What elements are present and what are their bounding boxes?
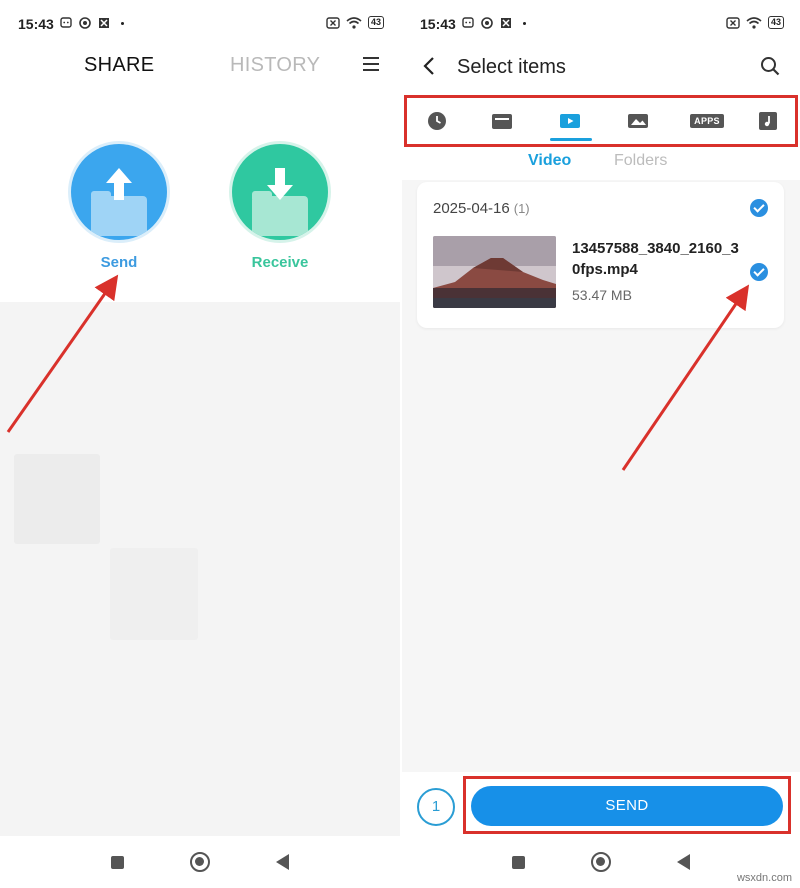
apps-label: APPS: [690, 114, 724, 128]
right-phone-screen: 15:43 43 Select items APPS Video Folders…: [402, 0, 800, 888]
chrome-icon: [79, 17, 91, 29]
back-nav-icon[interactable]: [677, 854, 690, 870]
tab-history[interactable]: HISTORY: [230, 54, 320, 77]
upload-arrow-icon: [106, 168, 132, 200]
send-bar: 1 SEND: [402, 772, 800, 836]
battery-indicator: 43: [767, 16, 784, 29]
wifi-icon: [346, 16, 362, 29]
folder-icon: [492, 114, 512, 129]
more-notifications-dot: [523, 21, 526, 25]
file-group-card: 2025-04-16 (1) 13457588_3840_2160_30fps.m…: [417, 182, 784, 328]
group-count: (1): [513, 201, 530, 216]
chrome-icon: [481, 17, 493, 29]
menu-icon[interactable]: [362, 56, 380, 72]
subtab-video[interactable]: Video: [528, 152, 571, 170]
receive-label: Receive: [251, 254, 309, 271]
empty-content-area: [0, 302, 400, 836]
file-check-icon[interactable]: [750, 263, 768, 281]
category-bar-highlight: APPS: [404, 95, 798, 147]
pyramid-thumbnail-image: [433, 236, 556, 308]
watermark: wsxdn.com: [736, 872, 792, 884]
app-notification-icon: [99, 18, 109, 28]
send-button[interactable]: SEND: [471, 786, 783, 826]
image-icon: [628, 114, 648, 128]
file-size: 53.47 MB: [572, 287, 632, 303]
selected-count-badge: 1: [417, 788, 455, 826]
placeholder-block: [110, 548, 198, 640]
message-icon: [60, 17, 72, 28]
video-thumbnail[interactable]: [433, 236, 556, 308]
receive-button[interactable]: [232, 144, 328, 240]
placeholder-block: [14, 454, 100, 544]
status-time: 15:43: [18, 16, 54, 32]
status-bar: 15:43 43: [402, 0, 800, 48]
subtabs: Video Folders: [402, 150, 800, 176]
send-label: Send: [100, 254, 138, 271]
sim-off-icon: [326, 16, 340, 29]
right-header: Select items: [402, 48, 800, 88]
category-images[interactable]: [618, 108, 658, 134]
category-video[interactable]: [550, 108, 590, 134]
more-notifications-dot: [121, 21, 124, 25]
home-nav-icon[interactable]: [591, 852, 611, 872]
search-icon[interactable]: [760, 56, 780, 76]
back-nav-icon[interactable]: [276, 854, 289, 870]
music-icon: [759, 112, 777, 130]
wifi-icon: [746, 16, 762, 29]
page-title: Select items: [457, 56, 566, 78]
battery-indicator: 43: [367, 16, 384, 29]
tab-share[interactable]: SHARE: [84, 54, 154, 77]
send-button[interactable]: [71, 144, 167, 240]
clock-icon: [428, 112, 446, 130]
group-check-icon[interactable]: [750, 199, 768, 217]
status-time: 15:43: [420, 16, 456, 32]
sim-off-icon: [726, 16, 740, 29]
receive-action[interactable]: Receive: [232, 144, 328, 271]
system-nav-bar: [0, 836, 400, 888]
left-header: SHARE HISTORY: [0, 48, 400, 88]
category-apps[interactable]: APPS: [684, 108, 730, 134]
send-action[interactable]: Send: [71, 144, 167, 271]
home-nav-icon[interactable]: [190, 852, 210, 872]
category-recent[interactable]: [417, 108, 457, 134]
share-actions-card: Send Receive: [0, 96, 400, 302]
download-arrow-icon: [267, 168, 293, 200]
category-files[interactable]: [482, 108, 522, 134]
active-category-indicator: [550, 138, 592, 141]
recents-nav-icon[interactable]: [111, 855, 124, 869]
message-icon: [462, 17, 474, 28]
subtab-folders[interactable]: Folders: [614, 152, 667, 170]
app-notification-icon: [501, 18, 511, 28]
left-phone-screen: 15:43 43 SHARE HISTORY Send Receive: [0, 0, 400, 888]
video-icon: [560, 114, 580, 128]
file-name: 13457588_3840_2160_30fps.mp4: [572, 240, 739, 278]
back-icon[interactable]: [422, 56, 436, 76]
status-bar: 15:43 43: [0, 0, 400, 48]
group-date: 2025-04-16 (1): [433, 200, 530, 217]
category-music[interactable]: [748, 108, 788, 134]
recents-nav-icon[interactable]: [512, 855, 525, 869]
